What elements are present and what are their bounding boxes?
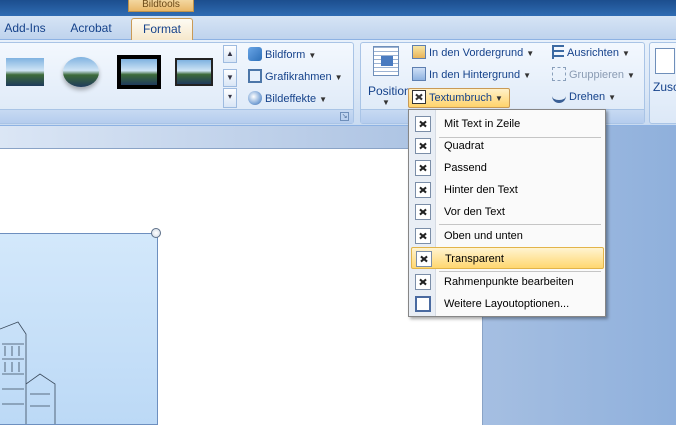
grafikrahmen-label: Grafikrahmen xyxy=(265,71,332,83)
in-front-of-text-icon xyxy=(415,204,431,220)
send-to-back-icon xyxy=(412,67,426,81)
chevron-down-icon: ▼ xyxy=(523,71,532,80)
menu-item-label: Transparent xyxy=(445,253,504,265)
square-wrap-icon xyxy=(415,138,431,154)
picture-border-icon xyxy=(248,69,262,83)
edit-wrap-points-icon xyxy=(415,274,431,290)
landscape-image xyxy=(121,59,157,85)
menu-item-label: Oben und unten xyxy=(444,230,523,242)
tab-format[interactable]: Format xyxy=(131,18,193,40)
menu-item-label: Hinter den Text xyxy=(444,184,518,196)
position-button[interactable]: Position ▼ xyxy=(368,46,411,110)
menu-item-label: Rahmenpunkte bearbeiten xyxy=(444,276,574,288)
inline-with-text-icon xyxy=(415,116,431,132)
textumbruch-label: Textumbruch xyxy=(429,92,492,104)
bildform-button[interactable]: Bildform ▼ xyxy=(248,45,316,65)
group-icon xyxy=(552,67,566,81)
align-icon xyxy=(552,45,564,59)
picture-style-oval-thumbnail[interactable] xyxy=(59,55,103,89)
ribbon-tab-row: Add-Ins Acrobat Format xyxy=(0,16,676,40)
resize-handle[interactable] xyxy=(151,228,161,238)
zuschneiden-button-label[interactable]: Zusc xyxy=(653,80,676,94)
menu-item-hinter-den-text[interactable]: Hinter den Text xyxy=(411,179,604,201)
bring-to-front-icon xyxy=(412,45,426,59)
top-and-bottom-icon xyxy=(415,228,431,244)
picture-style-thumbnail[interactable] xyxy=(3,55,47,89)
position-label: Position xyxy=(368,84,411,98)
layout-options-icon xyxy=(415,296,431,312)
gallery-more-button[interactable]: ▾ xyxy=(223,88,237,108)
grafikrahmen-button[interactable]: Grafikrahmen ▼ xyxy=(248,67,343,87)
menu-item-label: Quadrat xyxy=(444,140,484,152)
chevron-down-icon: ▼ xyxy=(526,49,535,58)
chevron-down-icon: ▼ xyxy=(627,71,635,80)
landscape-image xyxy=(175,58,213,86)
chevron-down-icon: ▼ xyxy=(308,51,317,60)
in-den-hintergrund-label: In den Hintergrund xyxy=(429,69,521,81)
tight-wrap-icon xyxy=(415,160,431,176)
bildform-label: Bildform xyxy=(265,49,306,61)
building-sketch xyxy=(0,321,56,424)
tab-acrobat[interactable]: Acrobat xyxy=(60,18,122,40)
rotate-icon xyxy=(552,89,566,103)
menu-item-transparent[interactable]: Transparent xyxy=(411,247,604,269)
text-wrap-dropdown-menu: Mit Text in Zeile Quadrat Passend Hinter… xyxy=(408,109,606,317)
chevron-down-icon: ▼ xyxy=(621,49,630,58)
bildeffekte-label: Bildeffekte xyxy=(265,93,317,105)
menu-item-passend[interactable]: Passend xyxy=(411,157,604,179)
menu-item-label: Mit Text in Zeile xyxy=(444,118,521,130)
menu-item-weitere-layoutoptionen[interactable]: Weitere Layoutoptionen... xyxy=(411,293,604,315)
menu-item-oben-und-unten[interactable]: Oben und unten xyxy=(411,225,604,247)
gruppieren-button[interactable]: Gruppieren ▼ xyxy=(552,65,635,85)
selected-picture[interactable] xyxy=(0,233,158,425)
menu-item-rahmenpunkte-bearbeiten[interactable]: Rahmenpunkte bearbeiten xyxy=(411,271,604,293)
landscape-image xyxy=(63,57,99,87)
menu-item-label: Weitere Layoutoptionen... xyxy=(444,298,570,310)
text-wrap-icon xyxy=(412,90,426,104)
ausrichten-button[interactable]: Ausrichten ▼ xyxy=(552,43,630,63)
picture-style-thin-frame-thumbnail[interactable] xyxy=(172,55,216,89)
chevron-down-icon: ▼ xyxy=(382,98,390,107)
crop-icon xyxy=(655,48,675,74)
menu-item-vor-den-text[interactable]: Vor den Text xyxy=(411,201,604,223)
picture-effects-icon xyxy=(248,91,262,105)
in-den-vordergrund-label: In den Vordergrund xyxy=(429,47,524,59)
bildeffekte-button[interactable]: Bildeffekte ▼ xyxy=(248,89,327,109)
picture-styles-group: ▲ ▼ ▾ Bildform ▼ Grafikrahmen ▼ Bildeffekt… xyxy=(0,42,354,124)
ausrichten-label: Ausrichten xyxy=(567,47,619,59)
context-tab-header: Bildtools xyxy=(128,0,194,12)
dialog-launcher-icon[interactable]: ↘ xyxy=(340,112,349,121)
picture-style-black-frame-thumbnail[interactable] xyxy=(117,55,161,89)
picture-shape-icon xyxy=(248,47,262,61)
chevron-down-icon: ▼ xyxy=(494,94,503,103)
drehen-label: Drehen xyxy=(569,91,606,103)
in-den-hintergrund-button[interactable]: In den Hintergrund ▼ xyxy=(412,65,531,85)
gruppieren-label: Gruppieren xyxy=(569,69,625,81)
chevron-down-icon: ▼ xyxy=(334,73,343,82)
menu-item-mit-text-in-zeile[interactable]: Mit Text in Zeile xyxy=(411,113,604,135)
chevron-down-icon: ▼ xyxy=(319,95,328,104)
landscape-image xyxy=(6,58,44,86)
gallery-scroll-down-button[interactable]: ▼ xyxy=(223,69,237,87)
menu-item-label: Vor den Text xyxy=(444,206,505,218)
menu-item-quadrat[interactable]: Quadrat xyxy=(411,135,604,157)
menu-item-label: Passend xyxy=(444,162,487,174)
drehen-button[interactable]: Drehen ▼ xyxy=(552,87,616,107)
behind-text-icon xyxy=(415,182,431,198)
through-wrap-icon xyxy=(416,251,432,267)
position-icon xyxy=(373,46,399,76)
gallery-scroll-up-button[interactable]: ▲ xyxy=(223,45,237,63)
group-footer: ↘ xyxy=(0,109,353,123)
title-bar xyxy=(0,0,676,16)
in-den-vordergrund-button[interactable]: In den Vordergrund ▼ xyxy=(412,43,534,63)
chevron-down-icon: ▼ xyxy=(608,93,616,102)
tab-add-ins[interactable]: Add-Ins xyxy=(0,18,50,40)
textumbruch-button[interactable]: Textumbruch ▼ xyxy=(408,88,510,108)
